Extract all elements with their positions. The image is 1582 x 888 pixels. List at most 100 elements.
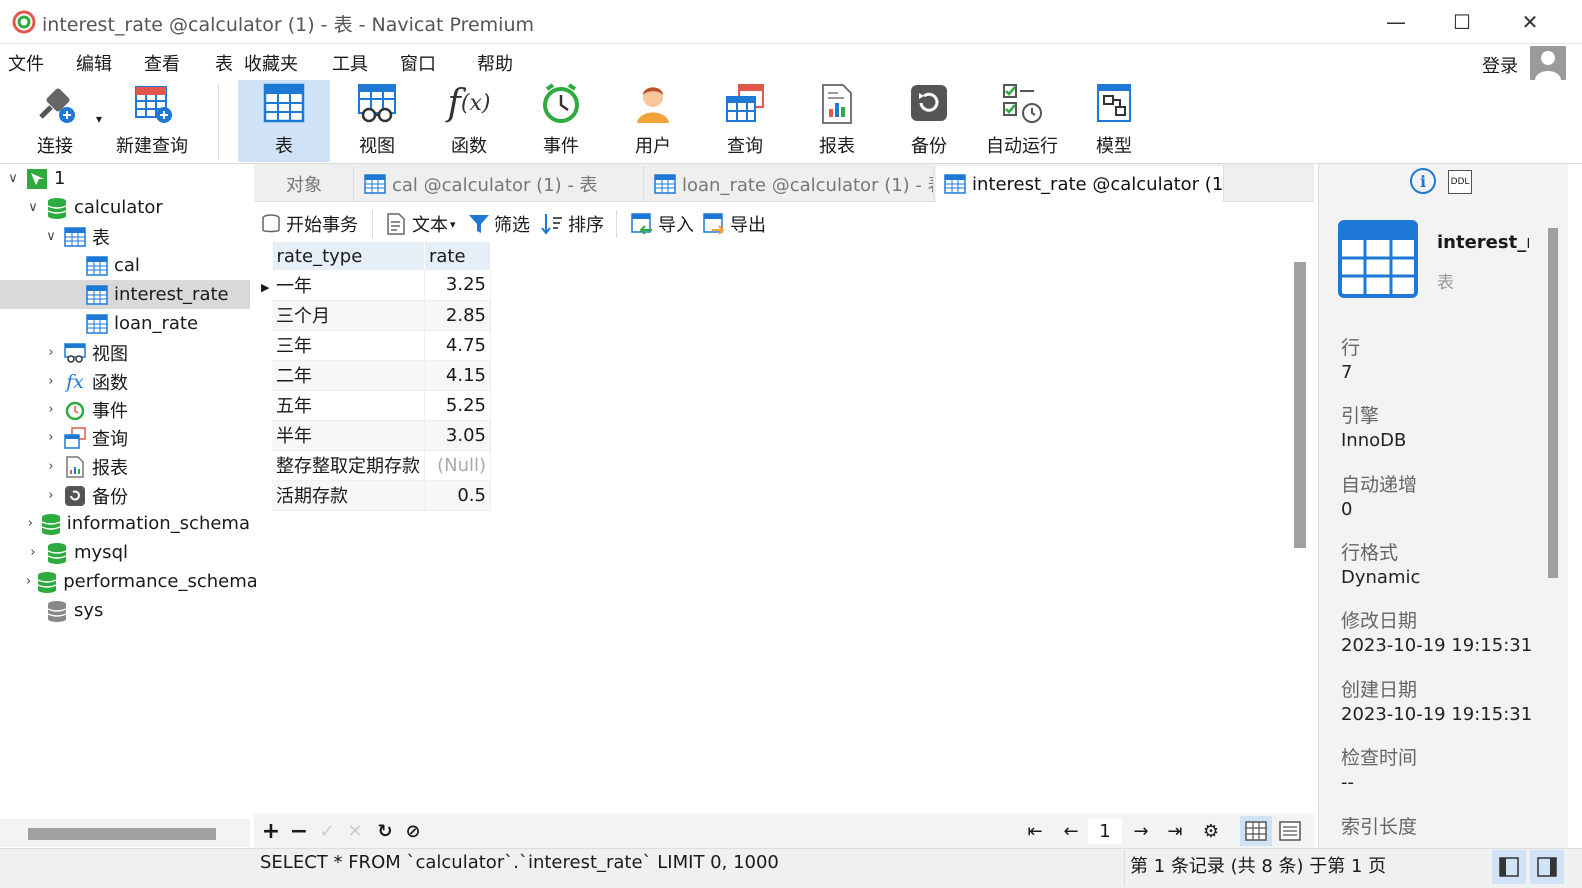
expand-arrow-icon[interactable]: › xyxy=(44,374,58,389)
tree-views-group[interactable]: › 视图 xyxy=(0,338,250,367)
report-button[interactable]: 报表 xyxy=(794,80,880,162)
tree-db-mysql[interactable]: › mysql xyxy=(0,538,250,567)
user-button[interactable]: 用户 xyxy=(610,80,696,162)
refresh-icon[interactable]: ↻ xyxy=(372,820,398,842)
expand-arrow-icon[interactable]: › xyxy=(44,402,58,417)
menu-view[interactable]: 查看 xyxy=(144,50,180,76)
info-panel-scrollbar[interactable] xyxy=(1548,228,1558,578)
function-button[interactable]: f (x) 函数 xyxy=(426,80,512,162)
cell-rate[interactable]: 5.25 xyxy=(424,390,491,421)
cell-rate[interactable]: 4.15 xyxy=(424,360,491,391)
table-row[interactable]: 五年 5.25 xyxy=(256,390,491,421)
menu-table[interactable]: 表 xyxy=(215,50,233,76)
delete-record-icon[interactable]: − xyxy=(286,819,312,844)
toggle-sidebar-right-icon[interactable] xyxy=(1530,850,1564,884)
tree-scroll-thumb[interactable] xyxy=(28,828,216,840)
connect-button[interactable]: 连接 xyxy=(18,80,92,162)
cell-rate[interactable]: 2.85 xyxy=(424,300,491,331)
text-view-button[interactable]: 文本 ▾ xyxy=(386,210,456,238)
view-button[interactable]: 视图 xyxy=(334,80,420,162)
first-page-icon[interactable]: ⇤ xyxy=(1022,820,1048,842)
tree-functions-group[interactable]: › fx 函数 xyxy=(0,367,250,396)
expand-arrow-icon[interactable]: › xyxy=(26,545,40,560)
stop-icon[interactable]: ⊘ xyxy=(400,820,426,842)
connect-dropdown-icon[interactable]: ▾ xyxy=(96,112,102,126)
query-button[interactable]: 查询 xyxy=(702,80,788,162)
minimize-button[interactable]: — xyxy=(1366,6,1426,38)
cell-rate-type[interactable]: 三年 xyxy=(272,330,425,361)
tree-queries-group[interactable]: › 查询 xyxy=(0,423,250,452)
column-header-rate-type[interactable]: rate_type xyxy=(272,242,425,270)
tab-interest-rate[interactable]: interest_rate @calculator (1... xyxy=(936,166,1224,202)
toggle-sidebar-left-icon[interactable] xyxy=(1492,850,1526,884)
sort-button[interactable]: 排序 xyxy=(540,210,604,238)
menu-tools[interactable]: 工具 xyxy=(332,50,368,76)
menu-file[interactable]: 文件 xyxy=(8,50,44,76)
cell-rate[interactable]: 0.5 xyxy=(424,480,491,511)
tree-backups-group[interactable]: › 备份 xyxy=(0,481,250,510)
menu-edit[interactable]: 编辑 xyxy=(76,50,112,76)
cell-rate-type[interactable]: 五年 xyxy=(272,390,425,421)
tree-tables-group[interactable]: ∨ 表 xyxy=(0,222,250,251)
cell-rate-type[interactable]: 一年 xyxy=(272,270,425,301)
import-button[interactable]: 导入 xyxy=(630,210,694,238)
tree-db-information-schema[interactable]: › information_schema xyxy=(0,509,250,538)
cell-rate-type[interactable]: 整存整取定期存款 xyxy=(272,450,425,481)
tab-cal[interactable]: cal @calculator (1) - 表 xyxy=(356,166,644,202)
tab-objects[interactable]: 对象 xyxy=(256,166,354,202)
column-header-rate[interactable]: rate xyxy=(424,242,491,270)
discard-icon[interactable]: ✕ xyxy=(342,820,368,842)
filter-button[interactable]: 筛选 xyxy=(468,210,530,238)
tree-db-calculator[interactable]: ∨ calculator xyxy=(0,193,250,222)
expand-arrow-icon[interactable]: › xyxy=(26,516,35,531)
begin-transaction-button[interactable]: 开始事务 xyxy=(260,210,358,238)
table-row[interactable]: 二年 4.15 xyxy=(256,360,491,391)
tree-connection-1[interactable]: ∨ 1 xyxy=(0,164,250,193)
collapse-arrow-icon[interactable]: ∨ xyxy=(6,171,20,186)
model-button[interactable]: 模型 xyxy=(1072,80,1156,162)
export-button[interactable]: 导出 xyxy=(702,210,766,238)
tree-table-interest-rate[interactable]: interest_rate xyxy=(0,280,250,309)
tab-loan-rate[interactable]: loan_rate @calculator (1) - 表 xyxy=(646,166,934,202)
avatar[interactable] xyxy=(1530,46,1566,80)
collapse-arrow-icon[interactable]: ∨ xyxy=(44,229,58,244)
cell-rate-type[interactable]: 二年 xyxy=(272,360,425,391)
table-row[interactable]: ▶ 一年 3.25 xyxy=(256,270,491,301)
tree-table-cal[interactable]: cal xyxy=(0,251,250,280)
expand-arrow-icon[interactable]: › xyxy=(44,345,58,360)
backup-button[interactable]: 备份 xyxy=(886,80,972,162)
table-row[interactable]: 三个月 2.85 xyxy=(256,300,491,331)
grid-vertical-scrollbar[interactable] xyxy=(1294,262,1306,548)
ddl-icon[interactable]: DDL xyxy=(1448,170,1472,194)
expand-arrow-icon[interactable]: › xyxy=(44,459,58,474)
tree-db-performance-schema[interactable]: › performance_schema xyxy=(0,567,258,596)
login-link[interactable]: 登录 xyxy=(1482,52,1518,78)
cell-rate[interactable]: (Null) xyxy=(424,450,491,481)
info-icon[interactable]: i xyxy=(1410,168,1436,194)
event-button[interactable]: 事件 xyxy=(518,80,604,162)
expand-arrow-icon[interactable]: › xyxy=(26,574,31,589)
cell-rate-type[interactable]: 半年 xyxy=(272,420,425,451)
menu-help[interactable]: 帮助 xyxy=(477,50,513,76)
table-row[interactable]: 三年 4.75 xyxy=(256,330,491,361)
menu-window[interactable]: 窗口 xyxy=(400,50,436,76)
prev-page-icon[interactable]: ← xyxy=(1058,820,1084,842)
expand-arrow-icon[interactable]: › xyxy=(44,430,58,445)
cell-rate[interactable]: 3.05 xyxy=(424,420,491,451)
apply-icon[interactable]: ✓ xyxy=(314,820,340,842)
cell-rate-type[interactable]: 活期存款 xyxy=(272,480,425,511)
cell-rate[interactable]: 4.75 xyxy=(424,330,491,361)
table-button[interactable]: 表 xyxy=(238,80,330,162)
cell-rate-type[interactable]: 三个月 xyxy=(272,300,425,331)
form-view-icon[interactable] xyxy=(1276,816,1304,846)
table-row[interactable]: 活期存款 0.5 xyxy=(256,480,491,511)
expand-arrow-icon[interactable]: › xyxy=(44,488,58,503)
page-number-input[interactable]: 1 xyxy=(1088,818,1122,844)
last-page-icon[interactable]: ⇥ xyxy=(1162,820,1188,842)
autorun-button[interactable]: 自动运行 xyxy=(978,80,1066,162)
tree-db-sys[interactable]: sys xyxy=(0,596,250,625)
tree-reports-group[interactable]: › 报表 xyxy=(0,452,250,481)
maximize-button[interactable]: ☐ xyxy=(1432,6,1492,38)
cell-rate[interactable]: 3.25 xyxy=(424,270,491,301)
collapse-arrow-icon[interactable]: ∨ xyxy=(26,200,40,215)
